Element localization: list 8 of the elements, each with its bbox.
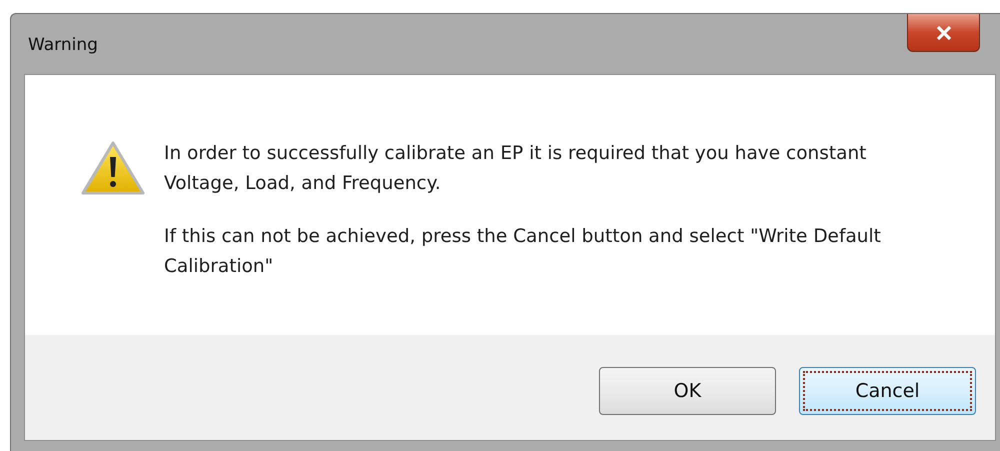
dialog-button[interactable]: OK <box>599 367 776 415</box>
window-title: Warning <box>28 35 98 55</box>
close-button[interactable] <box>907 14 980 52</box>
dialog-button[interactable]: Cancel <box>799 367 976 415</box>
warning-icon <box>81 140 145 196</box>
message-text: In order to successfully calibrate an EP it is required that you have constant Voltage, Load, and Frequency. <box>164 142 868 196</box>
close-icon <box>936 26 952 40</box>
message-text: If this can not be achieved, press the Cancel button and select "Write Default Calibration" <box>164 225 882 279</box>
